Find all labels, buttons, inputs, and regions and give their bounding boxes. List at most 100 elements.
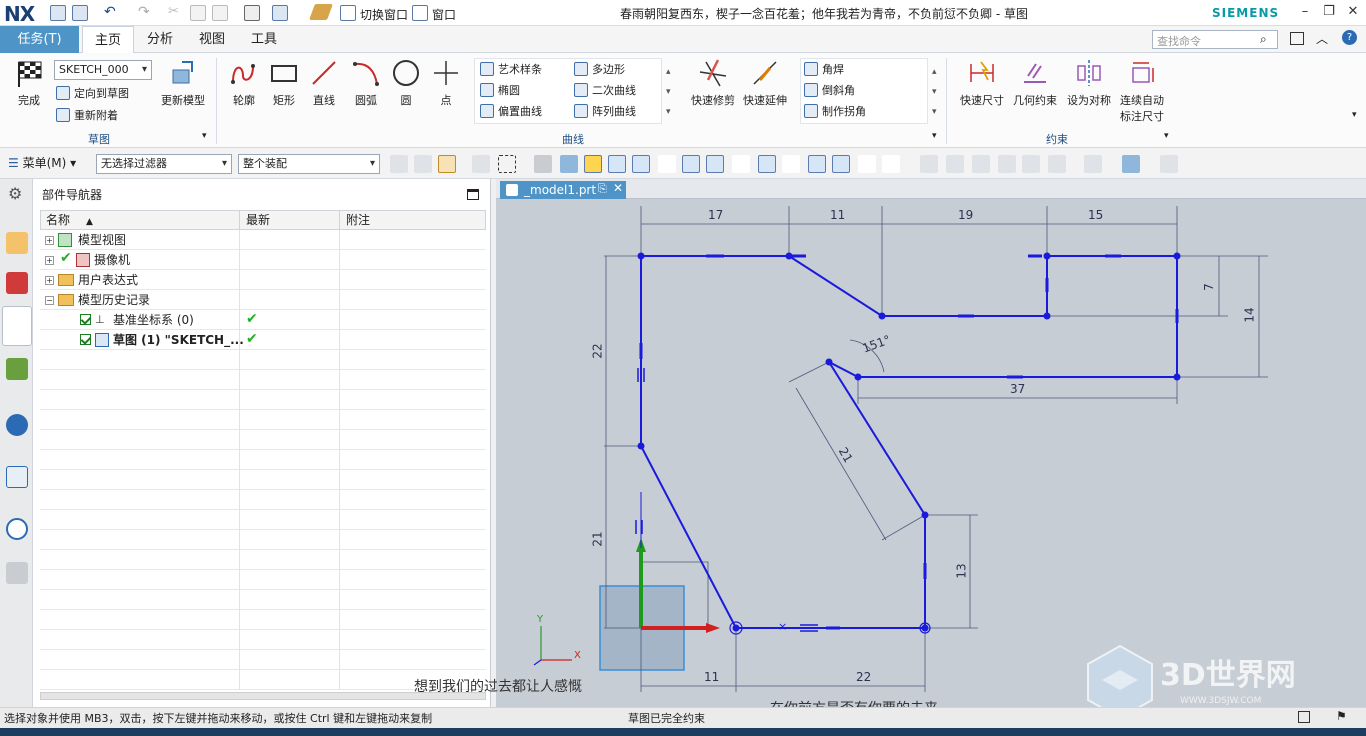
body-icon[interactable] [560, 155, 578, 173]
make-symmetric-button[interactable]: 设为对称 [1062, 58, 1116, 108]
dim-19[interactable]: 19 [958, 208, 973, 222]
view-icon-3[interactable] [998, 155, 1016, 173]
ribbon-options-icon[interactable]: ▾ [1352, 110, 1357, 120]
save-all-icon[interactable] [72, 5, 88, 21]
switch-window-button[interactable]: 切换窗口 [360, 6, 408, 23]
web-browser-icon[interactable] [6, 466, 28, 488]
reuse-library-icon[interactable] [6, 358, 28, 380]
collapse-ribbon-icon[interactable]: ︿ [1316, 30, 1328, 47]
display-icon[interactable] [1160, 155, 1178, 173]
group-constraint-more-icon[interactable]: ▾ [1164, 131, 1169, 141]
arc-button[interactable]: 圆弧 [348, 58, 384, 108]
maximize-panel-icon[interactable] [467, 189, 479, 200]
control-point-icon[interactable] [682, 155, 700, 173]
rectangle-button[interactable]: 矩形 [266, 58, 302, 108]
info-icon[interactable] [6, 414, 28, 436]
quick-trim-button[interactable]: 快速修剪 [688, 58, 738, 108]
point-button[interactable]: 点 [428, 58, 464, 108]
close-tab-icon[interactable]: ✕ [613, 181, 623, 195]
tab-analysis[interactable]: 分析 [140, 26, 180, 53]
fillet-button[interactable]: 角焊 [804, 60, 844, 80]
layout-view-icon[interactable] [1048, 155, 1066, 173]
selection-scope-select[interactable]: 整个装配 [238, 154, 380, 174]
line-button[interactable]: 直线 [306, 58, 342, 108]
pattern-curve-button[interactable]: 阵列曲线 [574, 102, 636, 122]
close-icon[interactable]: ✕ [1342, 4, 1364, 22]
history-clock-icon[interactable] [6, 518, 28, 540]
geometric-constraints-button[interactable]: 几何约束 [1008, 58, 1062, 108]
dim-11-top[interactable]: 11 [830, 208, 845, 222]
redo-icon[interactable]: ↷ [138, 4, 150, 20]
type-filter-select[interactable]: 无选择过滤器 [96, 154, 232, 174]
print-icon[interactable] [244, 5, 260, 21]
snap-icon-2[interactable] [414, 155, 432, 173]
menu-button[interactable]: ☰ 菜单(M) ▾ [8, 154, 76, 171]
restore-icon[interactable]: ❐ [1318, 4, 1340, 22]
circle-button[interactable]: 圆 [388, 58, 424, 108]
column-notes[interactable]: 附注 [340, 210, 486, 230]
snap-icon-5[interactable] [882, 155, 900, 173]
view-icon-1[interactable] [920, 155, 938, 173]
collapse-toggle[interactable]: − [45, 296, 54, 305]
dim-17[interactable]: 17 [708, 208, 723, 222]
dim-13[interactable]: 13 [955, 563, 969, 578]
conic-button[interactable]: 二次曲线 [574, 81, 636, 101]
endpoint-icon[interactable] [608, 155, 626, 173]
curve-snap-icon[interactable] [658, 155, 676, 173]
dim-22-bottom[interactable]: 22 [856, 670, 871, 684]
column-name[interactable]: 名称 ▲ [40, 210, 240, 230]
layout-icon[interactable] [272, 5, 288, 21]
window-menu[interactable]: 窗口 [432, 6, 456, 23]
snap-point-icon[interactable] [584, 155, 602, 173]
finish-sketch-button[interactable]: 完成 [8, 58, 50, 108]
dim-37[interactable]: 37 [1010, 382, 1025, 396]
group-sketch-more-icon[interactable]: ▾ [202, 131, 207, 141]
filter-icon[interactable] [438, 155, 456, 173]
tab-tools[interactable]: 工具 [244, 26, 284, 53]
rapid-dimension-button[interactable]: 快速尺寸 [956, 58, 1008, 108]
chamfer-button[interactable]: 倒斜角 [804, 81, 855, 101]
dim-14[interactable]: 14 [1243, 307, 1257, 322]
copy-icon[interactable] [190, 5, 206, 21]
midpoint-icon[interactable] [632, 155, 650, 173]
settings-gear-icon[interactable]: ⚙ [8, 184, 22, 203]
task-menu[interactable]: 任务(T) [0, 26, 79, 53]
gallery-scroll-icon[interactable]: ▴ ▾ ▾ [666, 62, 671, 122]
dim-11-bottom[interactable]: 11 [704, 670, 719, 684]
rect-select-icon[interactable] [498, 155, 516, 173]
group-curve-more-icon[interactable]: ▾ [932, 131, 937, 141]
status-window-icon[interactable] [1298, 711, 1310, 723]
dim-15[interactable]: 15 [1088, 208, 1103, 222]
column-latest[interactable]: 最新 [240, 210, 340, 230]
snap-icon-3[interactable] [472, 155, 490, 173]
arc-center-icon[interactable] [758, 155, 776, 173]
view-icon-4[interactable] [1022, 155, 1040, 173]
expand-toggle[interactable]: + [45, 236, 54, 245]
switch-window-icon[interactable] [340, 5, 356, 21]
view-icon-2[interactable] [946, 155, 964, 173]
make-corner-button[interactable]: 制作拐角 [804, 102, 866, 122]
rotate-icon[interactable] [972, 155, 990, 173]
studio-spline-button[interactable]: 艺术样条 [480, 60, 542, 80]
roles-icon[interactable] [6, 562, 28, 584]
existing-point-icon[interactable] [808, 155, 826, 173]
dim-7[interactable]: 7 [1202, 283, 1216, 291]
ellipse-button[interactable]: 椭圆 [480, 81, 520, 101]
constraint-navigator-icon[interactable] [6, 272, 28, 294]
reattach-button[interactable]: 重新附着 [56, 106, 118, 126]
update-model-button[interactable]: 更新模型 [158, 58, 208, 108]
part-navigator-icon[interactable] [2, 306, 32, 346]
point-on-curve-icon[interactable] [832, 155, 850, 173]
dim-21-left[interactable]: 21 [591, 531, 605, 546]
intersection-icon[interactable] [732, 155, 750, 173]
tab-view[interactable]: 视图 [192, 26, 232, 53]
polygon-button[interactable]: 多边形 [574, 60, 625, 80]
offset-curve-button[interactable]: 偏置曲线 [480, 102, 542, 122]
save-icon[interactable] [50, 5, 66, 21]
assembly-navigator-icon[interactable] [6, 232, 28, 254]
expand-toggle[interactable]: + [45, 256, 54, 265]
search-icon[interactable]: ⌕ [1260, 32, 1267, 47]
profile-button[interactable]: 轮廓 [226, 58, 262, 108]
visibility-checkbox[interactable] [80, 314, 91, 325]
eraser-icon[interactable] [534, 155, 552, 173]
